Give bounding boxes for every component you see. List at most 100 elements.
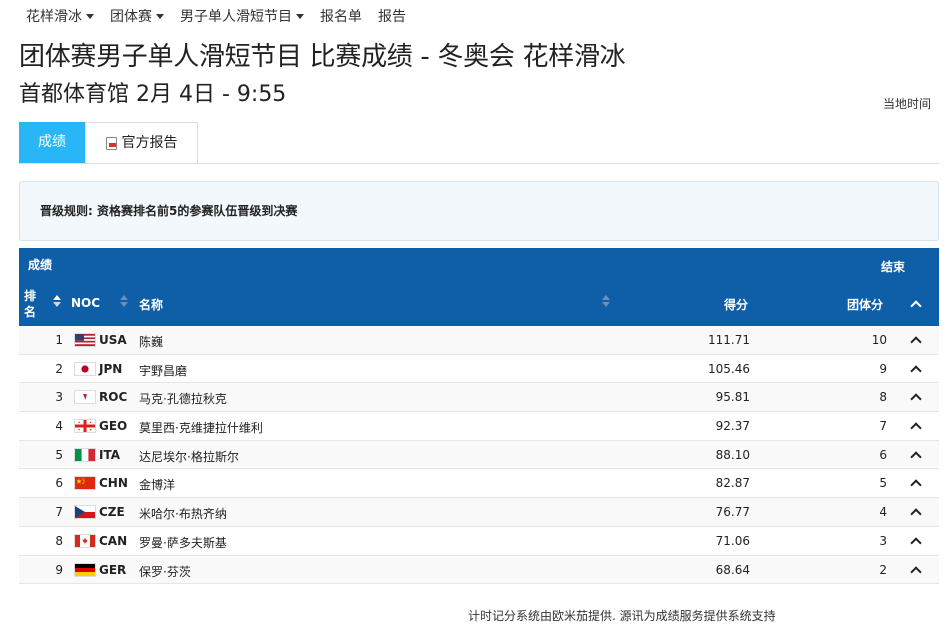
- nav-label: 男子单人滑短节目: [180, 9, 292, 25]
- noc-cell: GER: [99, 562, 127, 577]
- table-row[interactable]: 1 USA 陈巍 111.71 10: [19, 326, 939, 355]
- score-cell: 76.77: [715, 505, 750, 520]
- footer-credits: 计时记分系统由欧米茄提供. 源讯为成绩服务提供系统支持: [468, 609, 776, 623]
- table-row[interactable]: 2 JPN 宇野昌磨 105.46 9: [19, 355, 939, 384]
- caret-down-icon: [86, 13, 94, 19]
- chevron-up-icon[interactable]: [910, 422, 922, 434]
- athlete-name-link[interactable]: 保罗·芬茨: [139, 563, 191, 580]
- col-header-team-points: 团体分: [847, 298, 884, 312]
- table-title: 成绩: [28, 258, 53, 272]
- athlete-name-link[interactable]: 莫里西·克维捷拉什维利: [139, 419, 263, 436]
- nav-figure-skating[interactable]: 花样滑冰: [26, 6, 94, 26]
- flag-usa-icon: [74, 333, 96, 347]
- nav-team-event[interactable]: 团体赛: [110, 6, 164, 26]
- nav-mens-short-program[interactable]: 男子单人滑短节目: [180, 6, 304, 26]
- tab-results[interactable]: 成绩: [19, 122, 85, 163]
- flag-jpn-icon: [74, 361, 96, 376]
- sort-noc-icon[interactable]: [120, 295, 128, 307]
- sort-name-icon[interactable]: [602, 295, 610, 307]
- flag-cze-icon: [74, 505, 96, 520]
- score-cell: 95.81: [715, 390, 750, 405]
- qualification-rules-box: 晋级规则: 资格赛排名前5的参赛队伍晋级到决赛: [19, 181, 939, 241]
- venue-date-subtitle: 首都体育馆 2月 4日 - 9:55: [19, 82, 287, 107]
- chevron-up-icon[interactable]: [910, 565, 922, 578]
- athlete-name-link[interactable]: 米哈尔·布热齐纳: [139, 505, 227, 522]
- athlete-name-link[interactable]: 宇野昌磨: [139, 362, 187, 379]
- pdf-icon: [105, 136, 117, 150]
- athlete-name-link[interactable]: 达尼埃尔·格拉斯尔: [139, 448, 239, 465]
- rank-cell: 1: [55, 333, 63, 347]
- noc-cell: CZE: [99, 505, 125, 520]
- rank-cell: 7: [55, 505, 63, 520]
- table-row[interactable]: 9 GER 保罗·芬茨 68.64 2: [19, 555, 939, 585]
- table-row[interactable]: 7 CZE 米哈尔·布热齐纳 76.77 4: [19, 498, 939, 527]
- local-time-label: 当地时间: [882, 97, 931, 111]
- table-row[interactable]: 6 CHN 金博洋 82.87 5: [19, 469, 939, 499]
- tab-bar: 成绩 官方报告: [19, 122, 939, 164]
- nav-reports[interactable]: 报告: [378, 6, 406, 26]
- rank-cell: 3: [55, 390, 63, 405]
- nav-label: 报名单: [320, 9, 362, 25]
- team-points-cell: 3: [879, 533, 887, 548]
- results-table: 成绩 结束 排名 NOC 名称 得分 团体分 1 USA 陈巍 111.71 1…: [19, 248, 939, 585]
- team-points-cell: 6: [879, 447, 887, 462]
- athlete-name-link[interactable]: 罗曼·萨多夫斯基: [139, 534, 227, 551]
- noc-cell: CAN: [99, 533, 128, 548]
- nav-label: 团体赛: [110, 9, 152, 25]
- rank-cell: 4: [55, 419, 63, 434]
- flag-ita-icon: [74, 447, 96, 462]
- rank-cell: 6: [55, 476, 63, 491]
- chevron-up-icon[interactable]: [910, 508, 922, 520]
- tab-official-report[interactable]: 官方报告: [85, 122, 198, 163]
- rank-cell: 8: [55, 533, 63, 548]
- athlete-name-link[interactable]: 马克·孔德拉秋克: [139, 390, 227, 407]
- col-header-noc[interactable]: NOC: [71, 296, 100, 310]
- chevron-up-icon[interactable]: [910, 336, 922, 348]
- team-points-cell: 7: [879, 419, 887, 434]
- team-points-cell: 10: [871, 333, 887, 347]
- chevron-up-icon[interactable]: [910, 393, 922, 406]
- athlete-name-link[interactable]: 陈巍: [139, 333, 163, 350]
- noc-cell: JPN: [99, 361, 123, 376]
- score-cell: 111.71: [708, 333, 750, 347]
- flag-geo-icon: [74, 419, 96, 434]
- rank-cell: 5: [55, 447, 63, 462]
- noc-cell: GEO: [99, 419, 128, 434]
- col-header-score: 得分: [724, 298, 749, 312]
- qualification-rules-text: 晋级规则: 资格赛排名前5的参赛队伍晋级到决赛: [40, 204, 298, 218]
- score-cell: 92.37: [715, 419, 750, 434]
- team-points-cell: 4: [879, 505, 887, 520]
- score-cell: 68.64: [715, 562, 750, 577]
- table-body: 1 USA 陈巍 111.71 10 2 JPN 宇野昌磨 105.46 9 3…: [19, 326, 939, 585]
- noc-cell: USA: [99, 333, 127, 347]
- team-points-cell: 9: [879, 361, 887, 376]
- col-header-name[interactable]: 名称: [139, 296, 163, 313]
- nav-entry-list[interactable]: 报名单: [320, 6, 362, 26]
- chevron-up-icon[interactable]: [910, 451, 922, 463]
- flag-ger-icon: [74, 562, 96, 577]
- noc-cell: ITA: [99, 447, 121, 462]
- team-points-cell: 5: [879, 476, 887, 491]
- table-row[interactable]: 8 CAN 罗曼·萨多夫斯基 71.06 3: [19, 527, 939, 556]
- chevron-up-icon[interactable]: [910, 365, 922, 377]
- table-row[interactable]: 4 GEO 莫里西·克维捷拉什维利 92.37 7: [19, 412, 939, 441]
- nav-label: 花样滑冰: [26, 9, 82, 25]
- athlete-name-link[interactable]: 金博洋: [139, 476, 175, 493]
- tab-label: 官方报告: [121, 134, 178, 151]
- sort-rank-icon[interactable]: [53, 295, 61, 307]
- score-cell: 88.10: [715, 447, 750, 462]
- flag-chn-icon: [74, 476, 96, 491]
- flag-roc-icon: [74, 390, 96, 405]
- col-header-rank[interactable]: 排名: [24, 288, 36, 320]
- chevron-up-icon[interactable]: [910, 479, 922, 492]
- caret-down-icon: [296, 13, 304, 19]
- collapse-all-icon[interactable]: [910, 300, 922, 312]
- chevron-up-icon[interactable]: [910, 537, 922, 549]
- noc-cell: ROC: [99, 390, 128, 405]
- table-row[interactable]: 5 ITA 达尼埃尔·格拉斯尔 88.10 6: [19, 440, 939, 470]
- top-nav: 花样滑冰 团体赛 男子单人滑短节目 报名单 报告: [26, 6, 422, 26]
- table-row[interactable]: 3 ROC 马克·孔德拉秋克 95.81 8: [19, 383, 939, 413]
- event-status: 结束: [881, 260, 906, 274]
- page-title: 团体赛男子单人滑短节目 比赛成绩 - 冬奥会 花样滑冰: [19, 42, 626, 72]
- noc-cell: CHN: [99, 476, 128, 491]
